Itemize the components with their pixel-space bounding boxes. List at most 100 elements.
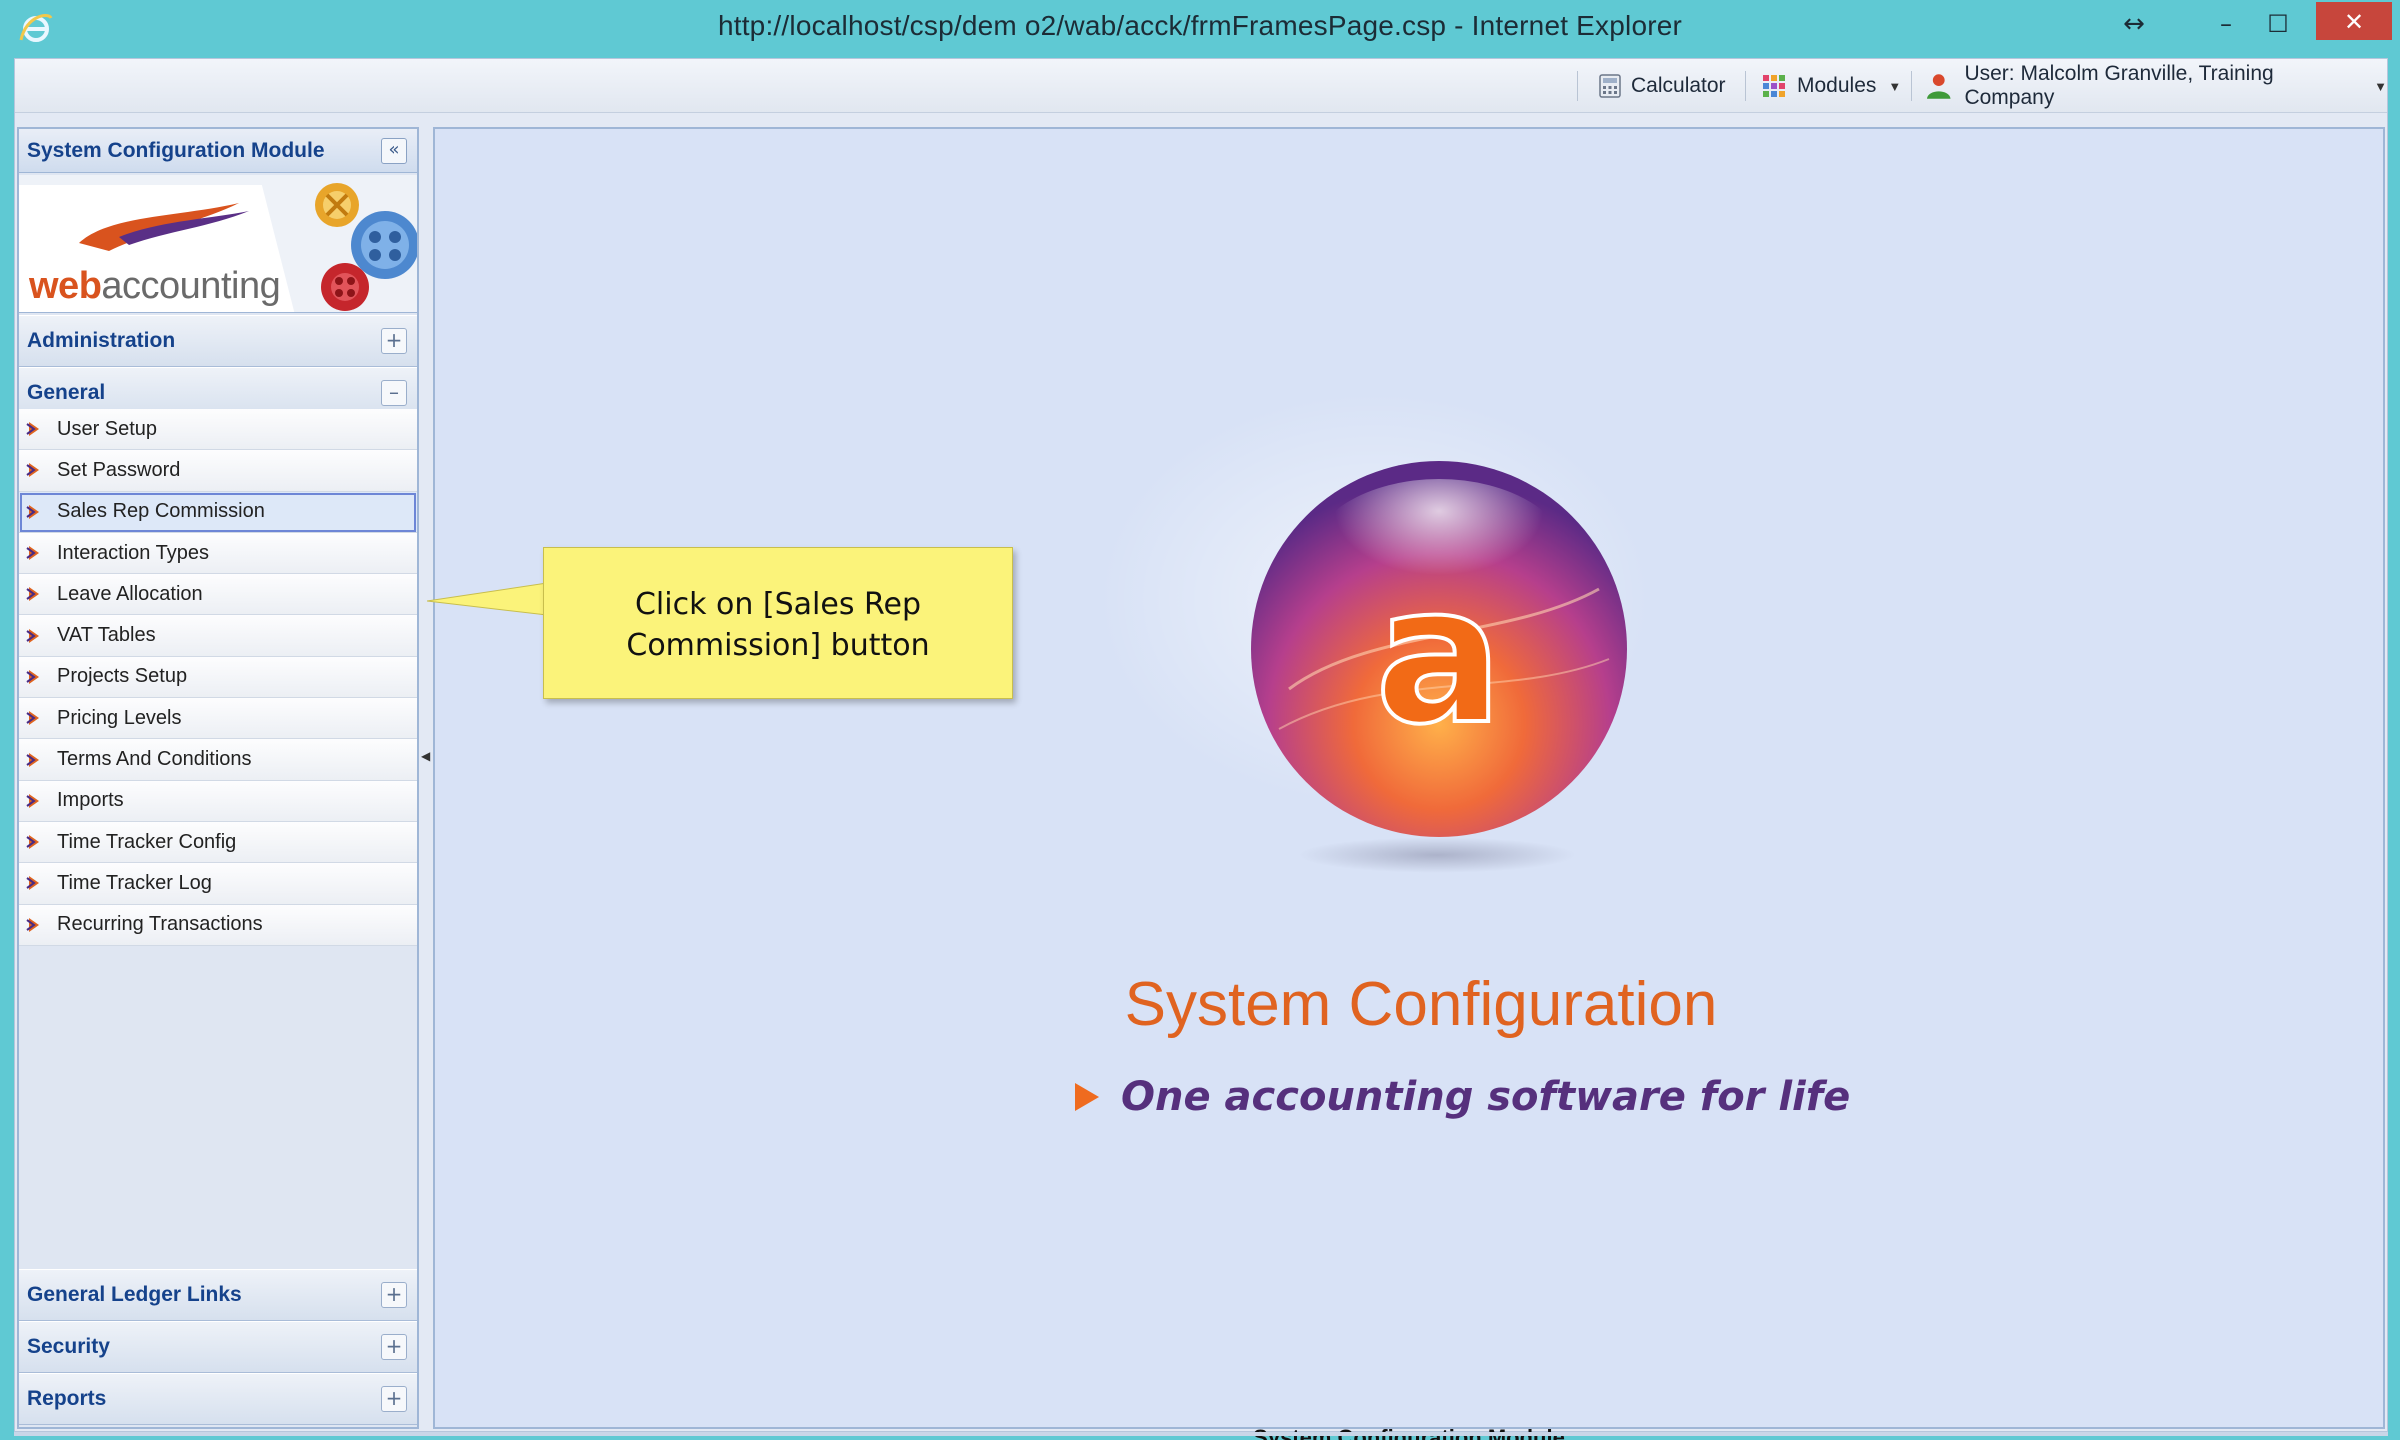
toolbar-separator — [1745, 71, 1746, 101]
gears-icon — [315, 183, 417, 311]
chevron-down-icon: ▼ — [2374, 78, 2387, 94]
chevron-down-icon: ▼ — [1888, 78, 1902, 94]
hero-tagline: One accounting software for life — [1075, 1074, 1850, 1120]
arrow-icon — [19, 461, 49, 479]
expand-icon[interactable]: + — [381, 1334, 407, 1360]
menu-item-recurring-transactions[interactable]: Recurring Transactions — [19, 904, 417, 946]
menu-item-interaction-types[interactable]: Interaction Types — [19, 532, 417, 575]
top-toolbar: Calculator Modules ▼ User: Malcolm Granv… — [15, 59, 2387, 113]
menu-item-label: User Setup — [57, 417, 158, 440]
user-menu[interactable]: User: Malcolm Granville, Training Compan… — [1925, 62, 2387, 109]
menu-item-label: Leave Allocation — [57, 582, 203, 605]
callout-line-1: Click on [Sales Rep — [634, 587, 921, 622]
menu-item-label: VAT Tables — [57, 624, 156, 647]
arrow-icon — [19, 627, 49, 645]
modules-label: Modules — [1797, 74, 1877, 97]
expand-icon[interactable]: + — [381, 328, 407, 354]
section-general-ledger-links[interactable]: General Ledger Links + — [19, 1269, 417, 1321]
callout-pointer — [427, 582, 547, 616]
menu-item-time-tracker-config[interactable]: Time Tracker Config — [19, 821, 417, 864]
tutorial-callout: Click on [Sales Rep Commission] button — [543, 547, 1013, 699]
app-orb-icon: a — [1251, 461, 1627, 837]
close-button[interactable]: ✕ — [2316, 2, 2392, 40]
modules-icon — [1763, 75, 1785, 97]
arrow-icon — [19, 792, 49, 810]
toolbar-separator — [1577, 71, 1578, 101]
calculator-button[interactable]: Calculator — [1599, 71, 1726, 101]
arrow-icon — [19, 585, 49, 603]
menu-item-projects-setup[interactable]: Projects Setup — [19, 656, 417, 699]
webaccounting-logo: webaccounting — [19, 185, 295, 312]
menu-item-label: Sales Rep Commission — [57, 500, 265, 523]
menu-item-label: Imports — [57, 789, 124, 812]
collapse-sidebar-button[interactable]: « — [381, 138, 407, 164]
menu-item-imports[interactable]: Imports — [19, 780, 417, 822]
menu-item-label: Interaction Types — [57, 541, 209, 564]
menu-item-label: Terms And Conditions — [57, 748, 252, 771]
menu-item-label: Projects Setup — [57, 665, 188, 688]
section-administration[interactable]: Administration + — [19, 315, 417, 367]
arrow-icon — [19, 709, 49, 727]
section-title: Administration — [27, 329, 176, 352]
logo-area: webaccounting — [19, 175, 417, 313]
menu-item-pricing-levels[interactable]: Pricing Levels — [19, 698, 417, 740]
arrow-icon — [19, 420, 49, 438]
arrow-icon — [19, 751, 49, 769]
toolbar-separator — [1911, 71, 1912, 101]
section-reports[interactable]: Reports + — [19, 1373, 417, 1425]
section-title: General Ledger Links — [27, 1283, 242, 1306]
minimize-button[interactable]: – — [2196, 4, 2256, 44]
logo-wordmark: webaccounting — [29, 265, 281, 308]
menu-item-label: Set Password — [57, 458, 181, 481]
menu-item-terms-and-conditions[interactable]: Terms And Conditions — [19, 739, 417, 781]
menu-item-sales-rep-commission[interactable]: Sales Rep Commission — [19, 491, 417, 533]
arrow-icon — [19, 833, 49, 851]
orb-letter: a — [1375, 545, 1503, 766]
play-triangle-icon — [1075, 1083, 1099, 1111]
orb-shadow — [1297, 837, 1577, 873]
user-label: User: Malcolm Granville, Training Compan… — [1964, 62, 2274, 109]
menu-item-label: Time Tracker Config — [57, 830, 237, 853]
arrow-icon — [19, 916, 49, 934]
collapse-icon[interactable]: – — [381, 380, 407, 406]
bottom-status-strip — [14, 1432, 2388, 1436]
user-icon — [1926, 74, 1951, 99]
section-security[interactable]: Security + — [19, 1321, 417, 1373]
calculator-icon — [1599, 74, 1621, 98]
arrow-icon — [19, 503, 49, 521]
section-title: Reports — [27, 1387, 107, 1410]
arrow-icon — [19, 874, 49, 892]
tagline-text: One accounting software for life — [1121, 1074, 1851, 1120]
app-frame: Calculator Modules ▼ User: Malcolm Granv… — [14, 58, 2388, 1440]
expand-icon[interactable]: + — [381, 1282, 407, 1308]
modules-dropdown[interactable]: Modules ▼ — [1761, 71, 1901, 101]
menu-item-leave-allocation[interactable]: Leave Allocation — [19, 574, 417, 616]
menu-item-label: Time Tracker Log — [57, 871, 212, 894]
resize-icon[interactable]: ↔ — [2104, 4, 2164, 44]
callout-line-2: Commission] button — [626, 628, 930, 663]
menu-item-label: Pricing Levels — [57, 706, 182, 729]
arrow-icon — [19, 544, 49, 562]
splitter-handle[interactable]: ◀ — [421, 749, 430, 773]
menu-item-user-setup[interactable]: User Setup — [19, 409, 417, 451]
section-title: Security — [27, 1335, 110, 1358]
hero-title: System Configuration — [1124, 970, 1718, 1039]
logo-prefix: web — [29, 265, 102, 307]
main-content: a System Configuration One accounting so… — [433, 127, 2385, 1440]
general-menu: User Setup Set Password Sales Rep Commis… — [19, 409, 417, 946]
window-title: http://localhost/csp/dem o2/wab/acck/frm… — [717, 10, 1683, 41]
sidebar-title: System Configuration Module — [27, 139, 325, 162]
menu-item-time-tracker-log[interactable]: Time Tracker Log — [19, 863, 417, 905]
logo-suffix: accounting — [101, 265, 281, 307]
maximize-button[interactable]: ☐ — [2248, 4, 2308, 44]
menu-item-set-password[interactable]: Set Password — [19, 450, 417, 492]
expand-icon[interactable]: + — [381, 1386, 407, 1412]
logo-swoosh-icon — [79, 203, 249, 251]
window-titlebar: http://localhost/csp/dem o2/wab/acck/frm… — [0, 0, 2400, 56]
calculator-label: Calculator — [1631, 74, 1726, 97]
arrow-icon — [19, 668, 49, 686]
sidebar: System Configuration Module « webaccount… — [17, 127, 419, 1429]
menu-item-label: Recurring Transactions — [57, 913, 263, 936]
sidebar-header: System Configuration Module « — [19, 129, 417, 173]
menu-item-vat-tables[interactable]: VAT Tables — [19, 615, 417, 657]
